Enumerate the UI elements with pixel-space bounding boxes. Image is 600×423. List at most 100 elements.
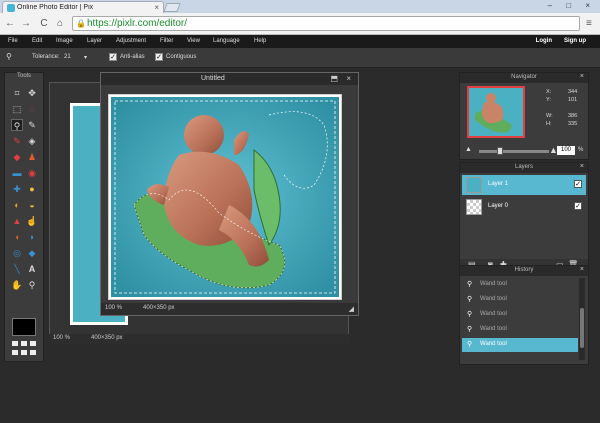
- lasso-tool-icon[interactable]: ◌: [26, 103, 38, 115]
- reload-icon[interactable]: C: [38, 17, 50, 31]
- magic-wand-tool-icon[interactable]: ⚲: [11, 119, 23, 131]
- menu-view[interactable]: View: [187, 38, 200, 44]
- layer-name: Layer 1: [488, 181, 509, 187]
- eraser-tool-icon[interactable]: ◈: [26, 135, 38, 147]
- background-document-size: 400×350 px: [91, 335, 123, 341]
- grid-view-icon[interactable]: [12, 341, 38, 357]
- image-canvas[interactable]: [108, 94, 342, 300]
- history-item-label: Wand tool: [480, 326, 507, 332]
- forward-icon[interactable]: →: [20, 17, 32, 31]
- menu-language[interactable]: Language: [213, 38, 240, 44]
- window-controls[interactable]: – □ ×: [548, 1, 596, 10]
- wand-icon: ⚲: [467, 311, 473, 318]
- shape-tool-icon[interactable]: ◆: [26, 247, 38, 259]
- layers-header: Layers ×: [460, 163, 588, 173]
- document-size: 400×350 px: [143, 305, 175, 311]
- zoom-slider-track[interactable]: [479, 150, 549, 153]
- brush-tool-icon[interactable]: ✎: [11, 135, 23, 147]
- pencil-tool-icon[interactable]: ✎: [26, 119, 38, 131]
- document-status-bar: 100 % 400×350 px ◢: [101, 303, 358, 315]
- login-link[interactable]: Login: [536, 38, 552, 44]
- nav-w-value: 386: [568, 113, 578, 119]
- menu-help[interactable]: Help: [254, 38, 266, 44]
- history-item[interactable]: ⚲ Wand tool: [462, 293, 578, 307]
- new-tab-button[interactable]: [163, 3, 181, 12]
- nav-x-value: 344: [568, 89, 578, 95]
- zoom-out-icon[interactable]: ▲: [465, 146, 472, 153]
- sponge-tool-icon[interactable]: ◐: [11, 199, 23, 211]
- color-swatch[interactable]: [12, 318, 36, 336]
- menu-edit[interactable]: Edit: [32, 38, 42, 44]
- wand-icon: ⚲: [467, 326, 473, 333]
- layer-row-1[interactable]: Layer 1 ✓: [462, 175, 586, 195]
- document-window-buttons[interactable]: ⬒ ×: [331, 74, 354, 83]
- paint-bucket-icon[interactable]: ◆: [11, 151, 23, 163]
- move-tool-icon[interactable]: ✥: [26, 87, 38, 99]
- document-title-bar[interactable]: Untitled ⬒ ×: [101, 73, 358, 85]
- smudge-tool-icon[interactable]: ☝: [26, 215, 38, 227]
- nav-w-label: W:: [546, 113, 553, 119]
- navigator-header: Navigator ×: [460, 73, 588, 83]
- history-close-icon[interactable]: ×: [580, 266, 584, 273]
- layer-visibility-checkbox[interactable]: ✓: [574, 180, 582, 188]
- layers-close-icon[interactable]: ×: [580, 163, 584, 170]
- navigator-panel: Navigator × X: 344 Y: 101 W: 386 H: 335 …: [459, 72, 589, 160]
- tolerance-value[interactable]: 21: [64, 54, 71, 60]
- zoom-value-input[interactable]: 100: [557, 146, 575, 155]
- address-bar[interactable]: 🔒 https://pixlr.com/editor/: [72, 16, 580, 31]
- zoom-slider-handle[interactable]: [497, 147, 503, 155]
- sharpen-tool-icon[interactable]: ▲: [11, 215, 23, 227]
- history-item[interactable]: ⚲ Wand tool: [462, 323, 578, 337]
- gradient-tool-icon[interactable]: ▬: [11, 167, 23, 179]
- hand-tool-icon[interactable]: ✋: [11, 279, 23, 291]
- browser-menu-icon[interactable]: ≡: [586, 18, 592, 29]
- document-window[interactable]: Untitled ⬒ × 100 % 400×350 px ◢: [100, 72, 359, 316]
- tab-close-icon[interactable]: ×: [154, 3, 159, 12]
- tolerance-dropdown-icon[interactable]: ▾: [84, 54, 87, 61]
- dodge-tool-icon[interactable]: ◖: [11, 231, 23, 243]
- text-tool-icon[interactable]: A: [26, 263, 38, 275]
- spot-heal-icon[interactable]: ✚: [11, 183, 23, 195]
- signup-link[interactable]: Sign up: [564, 38, 586, 44]
- back-icon[interactable]: ←: [4, 17, 16, 31]
- marquee-tool-icon[interactable]: ⬚: [11, 103, 23, 115]
- history-item-label: Wand tool: [480, 281, 507, 287]
- navigator-close-icon[interactable]: ×: [580, 73, 584, 80]
- history-title: History: [514, 267, 534, 273]
- menu-adjustment[interactable]: Adjustment: [116, 38, 146, 44]
- history-scrollbar[interactable]: [579, 278, 585, 360]
- stamp-tool-icon[interactable]: ♟: [26, 151, 38, 163]
- menu-layer[interactable]: Layer: [87, 38, 102, 44]
- crop-tool-icon[interactable]: ⌗: [11, 87, 23, 99]
- burn-tool-icon[interactable]: ◗: [26, 231, 38, 243]
- color-tool-icon[interactable]: ◒: [26, 199, 38, 211]
- zoom-tool-icon[interactable]: ⚲: [26, 279, 38, 291]
- drawing-tool-icon[interactable]: ◎: [11, 247, 23, 259]
- wand-icon: ⚲: [467, 341, 473, 348]
- background-document-status: 100 % 400×350 px: [49, 334, 349, 344]
- history-item-selected[interactable]: ⚲ Wand tool: [462, 338, 578, 352]
- bloat-tool-icon[interactable]: ●: [26, 183, 38, 195]
- menu-image[interactable]: Image: [56, 38, 73, 44]
- home-icon[interactable]: ⌂: [54, 17, 66, 31]
- magic-wand-icon: ⚲: [6, 52, 12, 61]
- history-scrollbar-thumb[interactable]: [580, 308, 584, 348]
- menu-file[interactable]: File: [8, 38, 18, 44]
- url-text: https://pixlr.com/editor/: [87, 18, 188, 29]
- nav-y-label: Y:: [546, 97, 551, 103]
- layer-row-0[interactable]: Layer 0 ✓: [462, 197, 586, 217]
- pen-tool-icon[interactable]: ╲: [11, 263, 23, 275]
- browser-tab-bar: Online Photo Editor | Pix × – □ ×: [0, 0, 600, 13]
- nav-x-label: X:: [546, 89, 552, 95]
- antialias-checkbox[interactable]: ✓: [109, 53, 117, 61]
- antialias-label: Anti-alias: [120, 54, 145, 60]
- history-item[interactable]: ⚲ Wand tool: [462, 308, 578, 322]
- history-item[interactable]: ⚲ Wand tool: [462, 278, 578, 292]
- browser-tab[interactable]: Online Photo Editor | Pix ×: [2, 1, 164, 13]
- layer-visibility-checkbox[interactable]: ✓: [574, 202, 582, 210]
- contiguous-checkbox[interactable]: ✓: [155, 53, 163, 61]
- resize-handle-icon[interactable]: ◢: [349, 305, 354, 313]
- menu-filter[interactable]: Filter: [160, 38, 173, 44]
- red-eye-tool-icon[interactable]: ◉: [26, 167, 38, 179]
- navigator-thumbnail[interactable]: [467, 86, 525, 138]
